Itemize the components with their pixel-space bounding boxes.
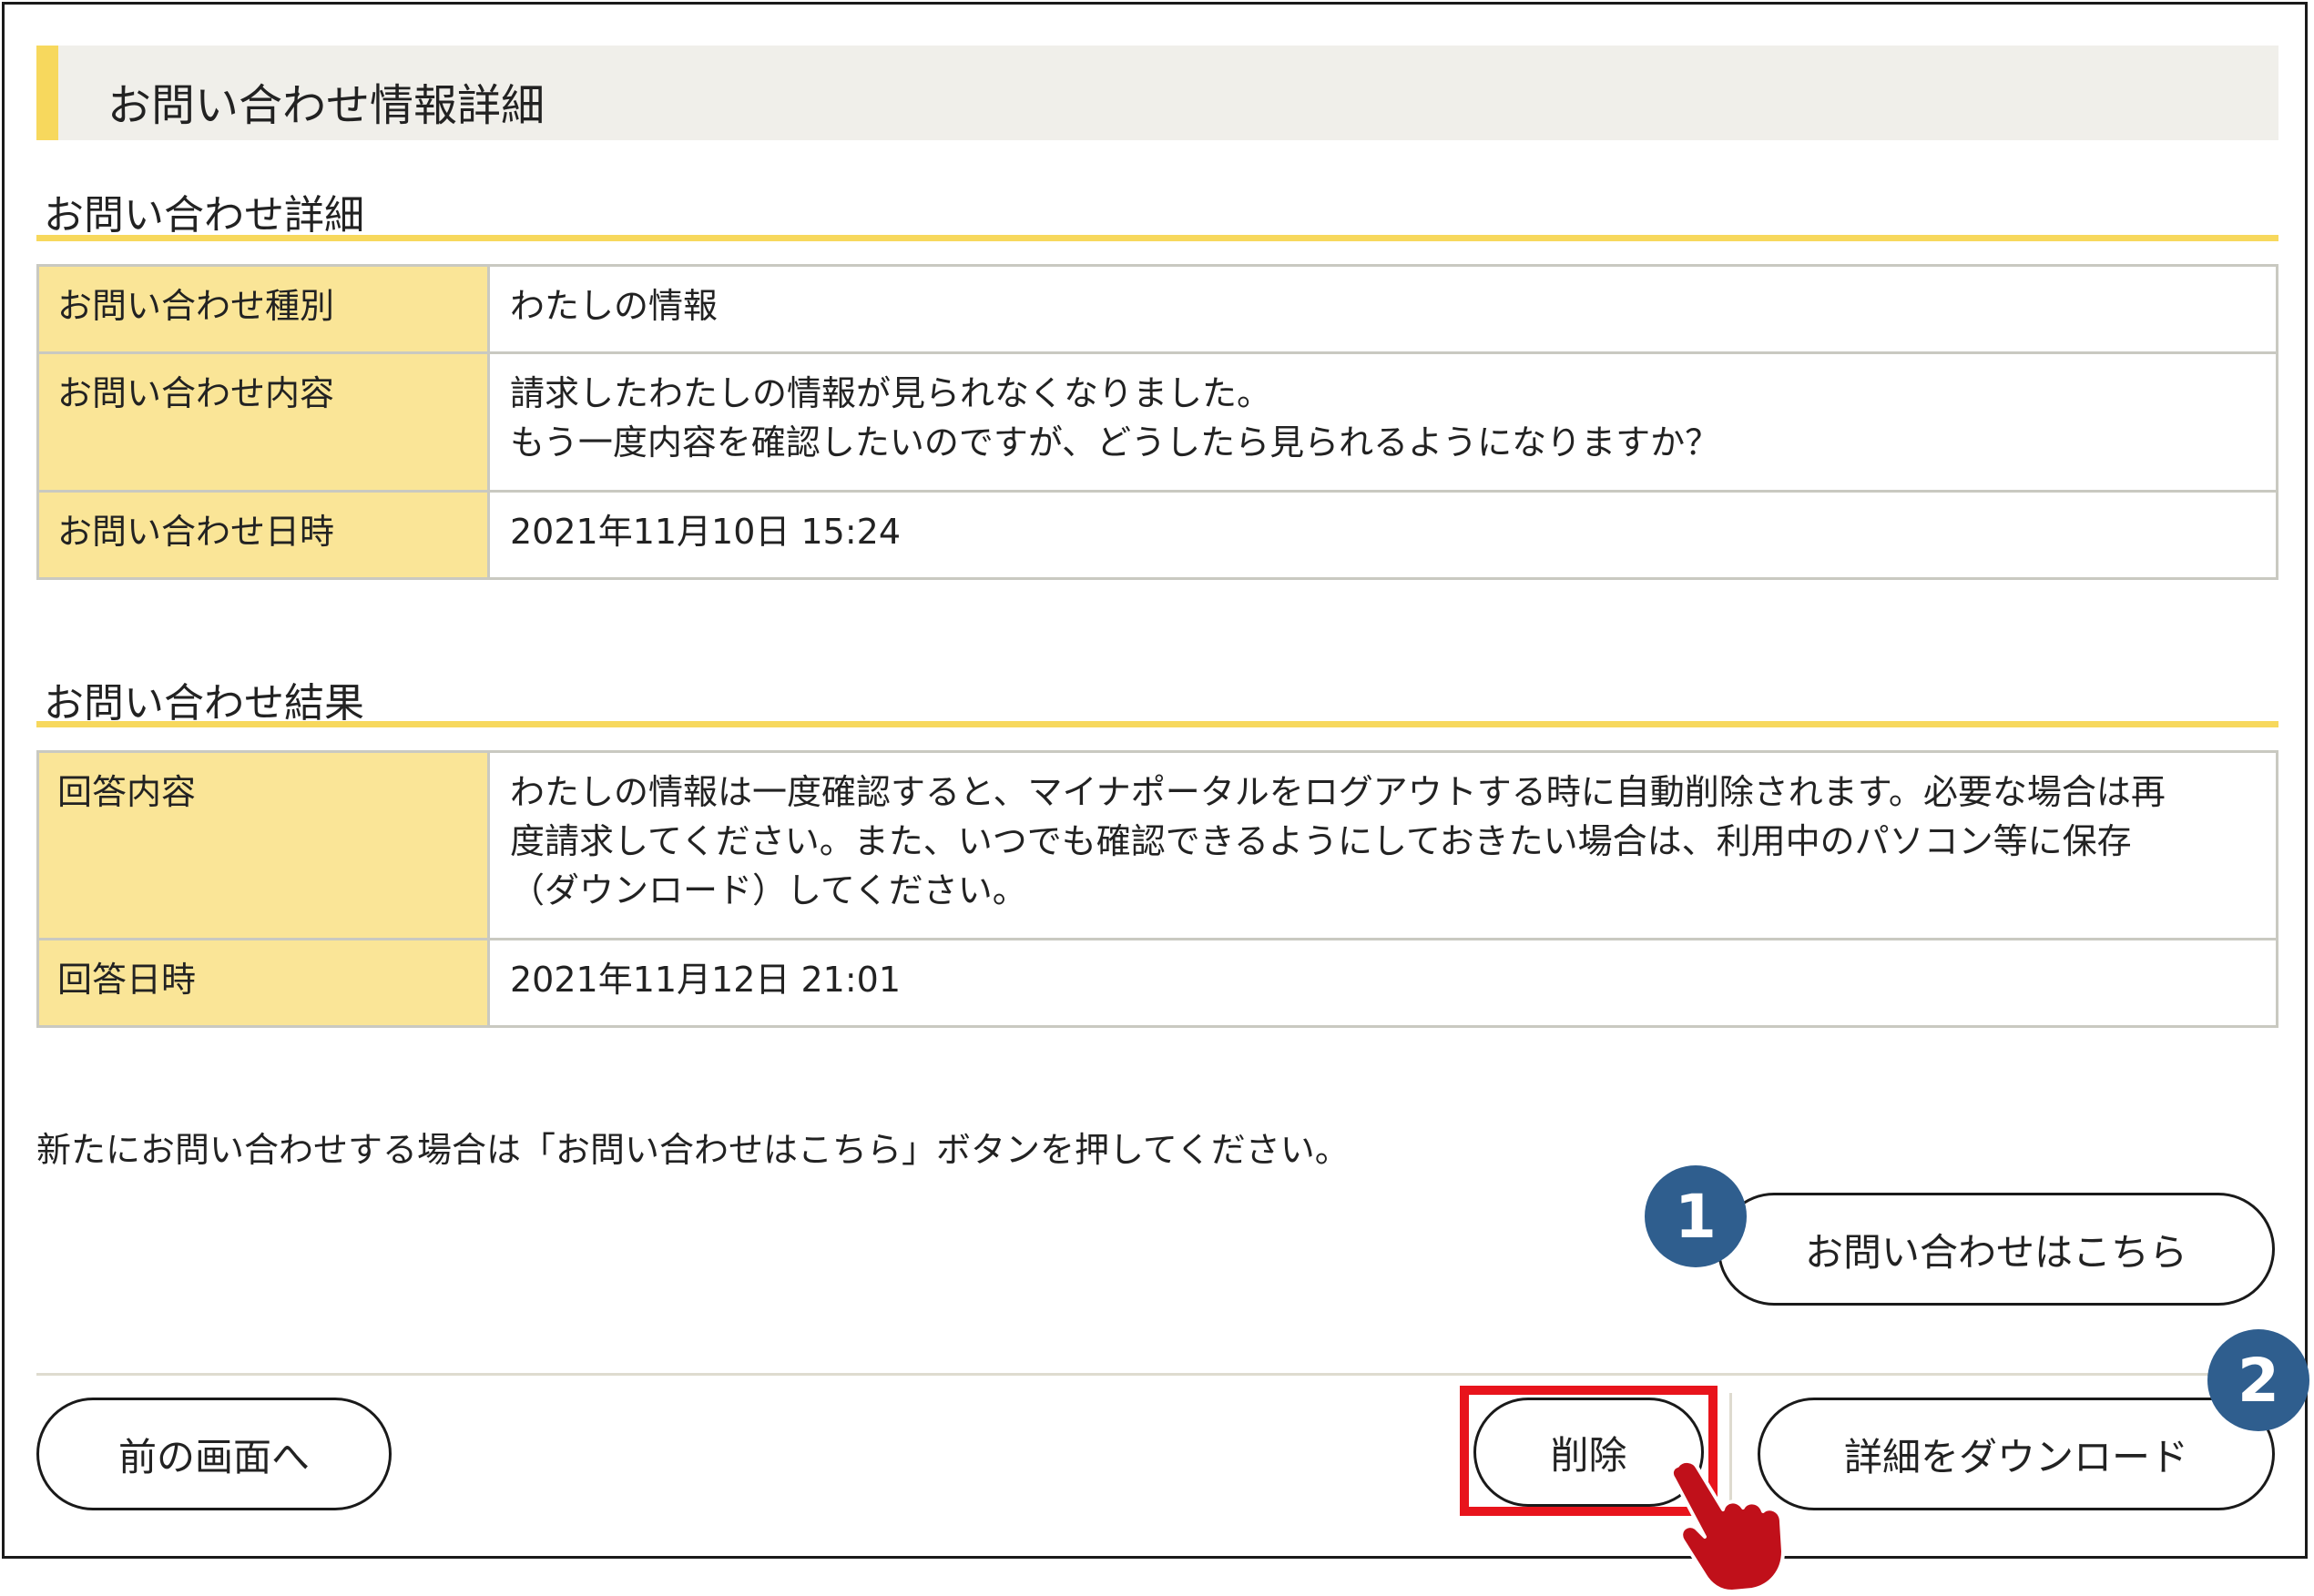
inquiry-result-table: 回答内容 わたしの情報は一度確認すると、マイナポータルをログアウトする時に自動削… — [36, 750, 2278, 1028]
section-underline — [36, 721, 2278, 727]
row-label: 回答内容 — [36, 750, 490, 940]
table-row: 回答日時 2021年11月12日 21:01 — [36, 938, 2278, 1028]
row-label: お問い合わせ内容 — [36, 351, 490, 493]
back-button[interactable]: 前の画面へ — [36, 1398, 392, 1510]
header-accent-bar — [36, 46, 58, 140]
inquiry-details-table: お問い合わせ種別 わたしの情報 お問い合わせ内容 請求したわたしの情報が見られな… — [36, 264, 2278, 580]
row-value: 2021年11月12日 21:01 — [487, 938, 2278, 1028]
hand-pointer-icon — [1669, 1459, 1785, 1593]
row-label: お問い合わせ種別 — [36, 264, 490, 354]
row-value: わたしの情報 — [487, 264, 2278, 354]
row-value: わたしの情報は一度確認すると、マイナポータルをログアウトする時に自動削除されます… — [487, 750, 2278, 940]
section-underline — [36, 235, 2278, 241]
step-badge-2: 2 — [2207, 1329, 2309, 1431]
table-row: お問い合わせ日時 2021年11月10日 15:24 — [36, 490, 2278, 580]
table-row: 回答内容 わたしの情報は一度確認すると、マイナポータルをログアウトする時に自動削… — [36, 750, 2278, 940]
section-title-inquiry-result: お問い合わせ結果 — [44, 680, 364, 727]
instruction-note: 新たにお問い合わせする場合は「お問い合わせはこちら」ボタンを押してください。 — [36, 1130, 1350, 1170]
download-details-button[interactable]: 詳細をダウンロード — [1758, 1398, 2275, 1510]
row-label: お問い合わせ日時 — [36, 490, 490, 580]
row-label: 回答日時 — [36, 938, 490, 1028]
footer-divider — [36, 1373, 2278, 1376]
section-title-inquiry-details: お問い合わせ詳細 — [44, 192, 364, 239]
step-badge-1: 1 — [1645, 1165, 1747, 1267]
page-header: お問い合わせ情報詳細 — [36, 46, 2278, 140]
row-value: 2021年11月10日 15:24 — [487, 490, 2278, 580]
row-value: 請求したわたしの情報が見られなくなりました。 もう一度内容を確認したいのですが、… — [487, 351, 2278, 493]
table-row: お問い合わせ種別 わたしの情報 — [36, 264, 2278, 354]
page-title: お問い合わせ情報詳細 — [107, 80, 545, 131]
new-inquiry-button[interactable]: お問い合わせはこちら — [1718, 1193, 2275, 1306]
table-row: お問い合わせ内容 請求したわたしの情報が見られなくなりました。 もう一度内容を確… — [36, 351, 2278, 493]
